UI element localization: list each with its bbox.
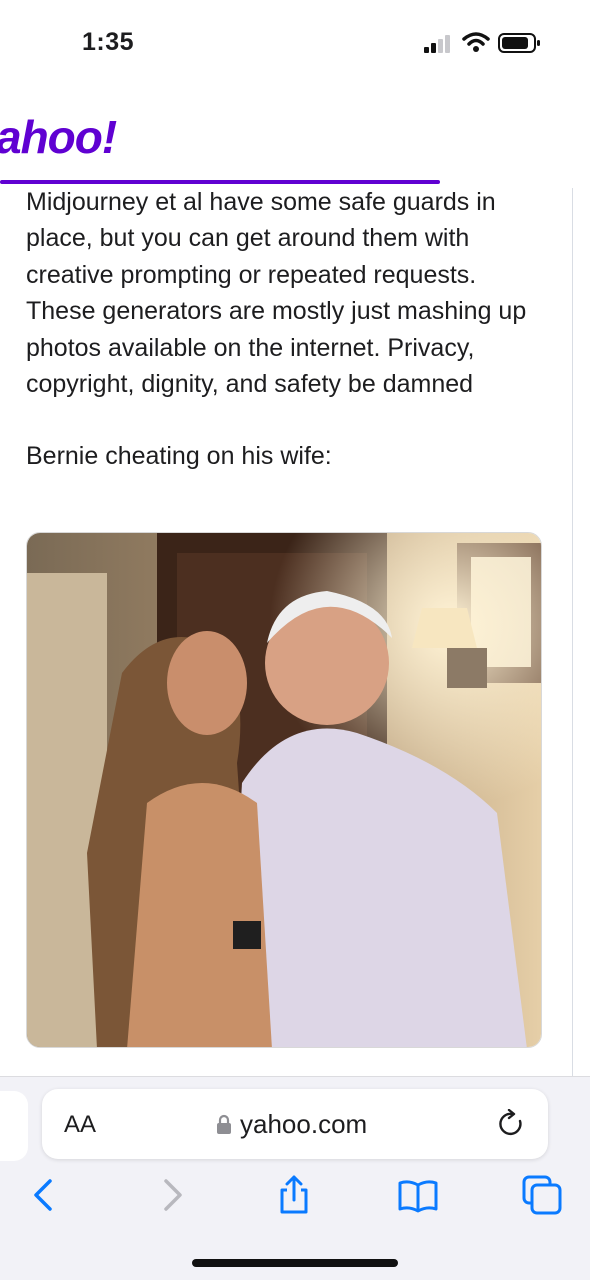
status-time: 1:35 [82,28,135,56]
home-indicator [192,1259,398,1267]
bookmarks-icon[interactable] [398,1175,438,1215]
article-paragraph: Midjourney et al have some safe guards i… [26,188,527,399]
previous-tab-peek[interactable] [0,1091,28,1161]
text-size-button[interactable]: AA [64,1111,96,1139]
share-icon[interactable] [274,1175,314,1215]
url-text[interactable]: yahoo.com [240,1109,367,1140]
article-paragraph: Bernie cheating on his wife: [26,442,332,471]
browser-toolbar: AA yahoo.com [0,1076,590,1280]
address-bar[interactable]: AA yahoo.com [42,1089,548,1159]
article-body: Midjourney et al have some safe guards i… [26,184,546,475]
article-image[interactable] [26,532,542,1048]
back-icon[interactable] [24,1175,64,1215]
signal-icon [424,35,450,53]
forward-icon[interactable] [152,1175,192,1215]
scroll-track [572,188,573,1076]
status-bar: 1:35 [0,0,590,88]
reload-icon[interactable] [498,1109,526,1139]
yahoo-logo[interactable]: ahoo! [0,110,117,164]
lock-icon [217,1114,231,1134]
tabs-icon[interactable] [522,1175,562,1215]
wifi-icon [462,32,490,52]
battery-icon [498,33,540,53]
site-header: ahoo! [0,88,590,188]
